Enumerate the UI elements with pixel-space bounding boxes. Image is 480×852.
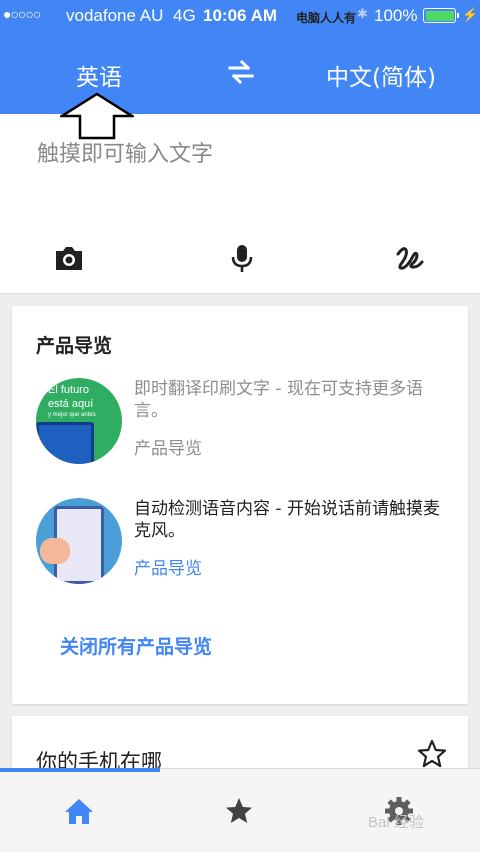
card-title: 产品导览 xyxy=(36,335,113,357)
watermark-text: Bai 经验 xyxy=(368,814,424,831)
text-input-area[interactable]: 触摸即可输入文字 xyxy=(0,114,480,294)
tour-thumbnail xyxy=(36,498,122,584)
tour-thumbnail: El futuro está aquí y mejor que antes xyxy=(36,378,122,464)
network-type: 4G xyxy=(173,6,196,25)
tour-link[interactable]: 产品导览 xyxy=(134,554,202,579)
carrier-name: vodafone AU xyxy=(66,6,164,25)
thumbnail-text: y mejor que antes xyxy=(48,412,96,418)
swap-arrows-icon[interactable] xyxy=(226,60,256,84)
tour-item[interactable]: 自动检测语音内容 - 开始说话前请触摸麦克风。 产品导览 xyxy=(36,498,456,588)
product-tour-card: 产品导览 El futuro está aquí y mejor que ant… xyxy=(12,306,468,704)
progress-indicator xyxy=(0,768,160,772)
status-time: 10:06 AM xyxy=(203,6,278,25)
up-arrow-annotation xyxy=(60,92,134,140)
tour-link[interactable]: 产品导览 xyxy=(134,434,202,459)
target-language-button[interactable]: 中文(简体) xyxy=(326,58,436,92)
battery-percent: 100% xyxy=(374,6,418,25)
star-outline-icon[interactable] xyxy=(416,738,448,770)
hand-illustration xyxy=(40,538,70,564)
microphone-icon[interactable] xyxy=(226,242,258,274)
input-placeholder[interactable]: 触摸即可输入文字 xyxy=(37,136,213,168)
charging-icon: ⚡ xyxy=(462,7,479,22)
tour-description: 即时翻译印刷文字 - 现在可支持更多语言。 xyxy=(134,379,423,421)
thumbnail-text: está aquí xyxy=(48,398,94,410)
thumbnail-text: El futuro xyxy=(48,384,89,396)
status-bar: ●○○○○ vodafone AU 4G 10:06 AM 电脑人人有 ✱ 10… xyxy=(0,0,480,30)
home-icon[interactable] xyxy=(63,795,95,827)
signal-strength: ●○○○○ xyxy=(3,6,41,22)
handwriting-icon[interactable] xyxy=(394,242,426,274)
star-icon[interactable] xyxy=(223,795,255,827)
bluetooth-icon: ✱ xyxy=(357,6,368,21)
watermark-text: 电脑人人有 xyxy=(296,11,357,25)
tour-item[interactable]: El futuro está aquí y mejor que antes 即时… xyxy=(36,378,456,468)
battery-icon xyxy=(423,8,459,23)
source-language-button[interactable]: 英语 xyxy=(76,58,122,92)
phone-illustration xyxy=(36,422,94,464)
bottom-navigation: Bai 经验 xyxy=(0,768,480,852)
close-all-tours-button[interactable]: 关闭所有产品导览 xyxy=(60,632,212,659)
tour-description: 自动检测语音内容 - 开始说话前请触摸麦克风。 xyxy=(134,499,440,541)
camera-icon[interactable] xyxy=(53,242,85,274)
